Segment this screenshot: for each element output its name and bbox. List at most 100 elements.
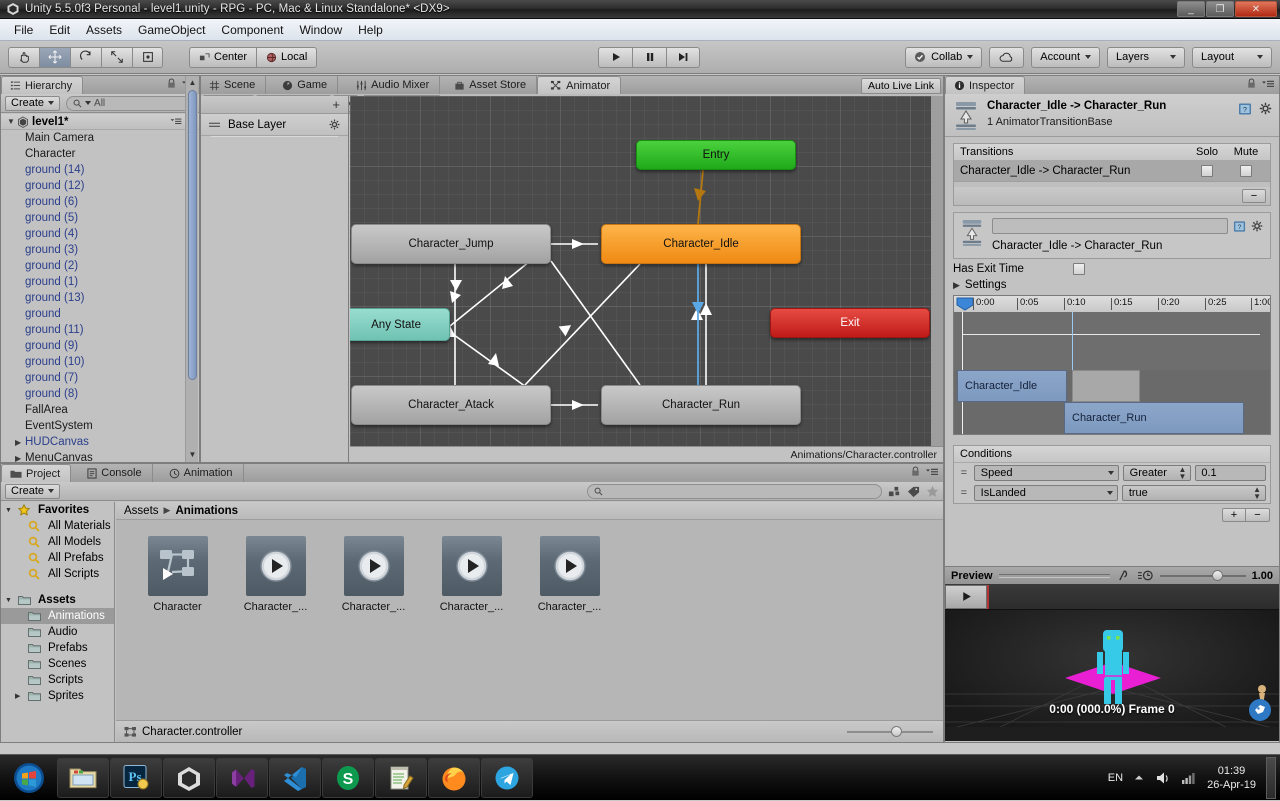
condition-mode-dropdown[interactable]: Greater ▲ ▼ xyxy=(1122,465,1192,481)
project-tree-item-2[interactable]: All Models xyxy=(1,534,114,550)
remove-condition-button[interactable]: − xyxy=(1246,508,1270,522)
chevron-icon[interactable]: ▼ xyxy=(5,507,14,514)
hierarchy-item-20[interactable]: ▶ MenuCanvas xyxy=(1,450,199,462)
project-search-input[interactable] xyxy=(587,483,882,499)
panel-menu-icon[interactable] xyxy=(169,117,183,126)
menu-edit[interactable]: Edit xyxy=(41,21,78,39)
preview-scene[interactable]: 0:00 (000.0%) Frame 0 xyxy=(945,610,1279,727)
hierarchy-item-19[interactable]: ▶ HUDCanvas xyxy=(1,434,199,450)
layers-button[interactable]: Layers xyxy=(1107,46,1185,68)
tab-asset-store[interactable]: Asset Store xyxy=(440,76,538,94)
hierarchy-item-18[interactable]: EventSystem xyxy=(1,418,199,434)
state-node-any-state[interactable]: Any State xyxy=(350,308,450,341)
help-book-icon[interactable]: ? xyxy=(1238,102,1252,116)
asset-item-1[interactable]: Character_... xyxy=(239,536,312,720)
animator-state-graph[interactable]: Entry Character_Idle Character_Jump Any Sta… xyxy=(350,96,943,462)
state-node-character-idle[interactable]: Character_Idle xyxy=(601,224,801,264)
rotate-tool-button[interactable] xyxy=(70,46,101,68)
tab-audio-mixer[interactable]: Audio Mixer xyxy=(338,76,441,94)
account-button[interactable]: Account xyxy=(1031,46,1100,68)
layout-button[interactable]: Layout xyxy=(1192,46,1272,68)
settings-foldout[interactable]: ▶ Settings xyxy=(945,279,1279,293)
preview-speed-slider[interactable] xyxy=(1159,570,1246,582)
hierarchy-item-16[interactable]: ground (8) xyxy=(1,386,199,402)
hierarchy-item-6[interactable]: ground (4) xyxy=(1,226,199,242)
solo-checkbox[interactable] xyxy=(1201,165,1213,177)
preview-viewport[interactable]: 0:00 (000.0%) Frame 0 xyxy=(945,584,1279,741)
lock-icon[interactable] xyxy=(167,78,176,89)
tab-inspector[interactable]: Inspector xyxy=(945,76,1026,94)
step-button[interactable] xyxy=(666,46,700,68)
chevron-right-icon[interactable]: ▶ xyxy=(15,454,25,463)
graph-vertical-scrollbar[interactable] xyxy=(931,96,943,446)
hierarchy-item-9[interactable]: ground (1) xyxy=(1,274,199,290)
condition-bool-dropdown[interactable]: true ▲ ▼ xyxy=(1121,485,1266,501)
project-tree-item-0[interactable]: ▼ Favorites xyxy=(1,502,114,518)
timeline-ruler[interactable]: 0:00 0:05 0:10 0:15 0:20 0:25 1:00 xyxy=(954,296,1270,312)
tab-project[interactable]: Project xyxy=(1,464,72,482)
maximize-button[interactable]: ❐ xyxy=(1206,1,1234,17)
cloud-button[interactable] xyxy=(989,46,1025,68)
project-tree-item-1[interactable]: All Materials xyxy=(1,518,114,534)
space-mode-button[interactable]: Local xyxy=(256,46,318,68)
panel-menu-icon[interactable] xyxy=(925,467,939,477)
network-signal-icon[interactable] xyxy=(1181,771,1197,785)
project-tree[interactable]: ▼ Favorites All Materials All Models All Pre… xyxy=(1,502,115,742)
scroll-down-arrow-icon[interactable]: ▼ xyxy=(188,450,197,460)
preview-tag-button[interactable] xyxy=(1247,697,1273,723)
timeline-clip-0[interactable]: Character_Idle xyxy=(957,370,1067,402)
condition-drag-handle-icon[interactable]: = xyxy=(958,467,970,479)
project-tree-item-7[interactable]: Animations xyxy=(1,608,114,624)
taskbar-notepad[interactable] xyxy=(375,757,427,798)
favorite-star-icon[interactable] xyxy=(926,485,939,498)
speed-clock-icon[interactable] xyxy=(1137,569,1154,582)
menu-window[interactable]: Window xyxy=(291,21,350,39)
taskbar-s-app[interactable]: S xyxy=(322,757,374,798)
pause-button[interactable] xyxy=(632,46,666,68)
preview-play-button[interactable] xyxy=(945,584,987,609)
auto-live-link-button[interactable]: Auto Live Link xyxy=(861,78,941,94)
project-tree-item-10[interactable]: Scenes xyxy=(1,656,114,672)
play-button[interactable] xyxy=(598,46,632,68)
volume-icon[interactable] xyxy=(1155,771,1171,785)
tray-clock[interactable]: 01:39 26-Apr-19 xyxy=(1207,764,1256,792)
taskbar-file-explorer[interactable] xyxy=(57,757,109,798)
taskbar-vscode[interactable] xyxy=(269,757,321,798)
hierarchy-item-14[interactable]: ground (10) xyxy=(1,354,199,370)
start-button[interactable] xyxy=(2,758,56,798)
hierarchy-item-3[interactable]: ground (12) xyxy=(1,178,199,194)
taskbar-firefox[interactable] xyxy=(428,757,480,798)
tab-hierarchy[interactable]: Hierarchy xyxy=(1,76,84,94)
hierarchy-item-15[interactable]: ground (7) xyxy=(1,370,199,386)
hierarchy-item-7[interactable]: ground (3) xyxy=(1,242,199,258)
hierarchy-tree[interactable]: ▼ level1* Main Camera Character ground (14) g… xyxy=(1,114,199,462)
help-book-icon[interactable]: ? xyxy=(1233,220,1246,233)
collab-button[interactable]: Collab xyxy=(905,46,983,68)
hierarchy-scene-row[interactable]: ▼ level1* xyxy=(1,114,199,130)
state-node-character-jump[interactable]: Character_Jump xyxy=(351,224,551,264)
hierarchy-item-10[interactable]: ground (13) xyxy=(1,290,199,306)
mute-checkbox[interactable] xyxy=(1240,165,1252,177)
taskbar-photoshop[interactable]: Ps xyxy=(110,757,162,798)
hierarchy-item-11[interactable]: ground xyxy=(1,306,199,322)
hierarchy-search-input[interactable]: All xyxy=(66,95,195,111)
remove-transition-button[interactable]: − xyxy=(1242,189,1266,203)
hierarchy-item-12[interactable]: ground (11) xyxy=(1,322,199,338)
chevron-icon[interactable]: ▼ xyxy=(5,597,14,604)
transition-name-input[interactable] xyxy=(992,218,1228,234)
asset-item-2[interactable]: Character_... xyxy=(337,536,410,720)
panel-menu-icon[interactable] xyxy=(1261,79,1275,89)
condition-row-0[interactable]: = Speed Greater ▲ ▼ 0.1 xyxy=(954,463,1270,483)
tab-console[interactable]: Console xyxy=(71,464,153,482)
asset-item-0[interactable]: Character xyxy=(141,536,214,720)
hierarchy-item-1[interactable]: Character xyxy=(1,146,199,162)
project-zoom-slider[interactable] xyxy=(847,726,933,737)
hierarchy-item-13[interactable]: ground (9) xyxy=(1,338,199,354)
chevron-icon[interactable]: ▶ xyxy=(15,692,24,700)
show-desktop-button[interactable] xyxy=(1266,756,1276,799)
has-exit-time-checkbox[interactable] xyxy=(1073,263,1085,275)
breadcrumb-assets[interactable]: Assets xyxy=(124,505,159,517)
tray-expand-icon[interactable] xyxy=(1133,773,1145,783)
menu-gameobject[interactable]: GameObject xyxy=(130,21,213,39)
hierarchy-scrollbar[interactable]: ▲ ▼ xyxy=(185,76,198,462)
